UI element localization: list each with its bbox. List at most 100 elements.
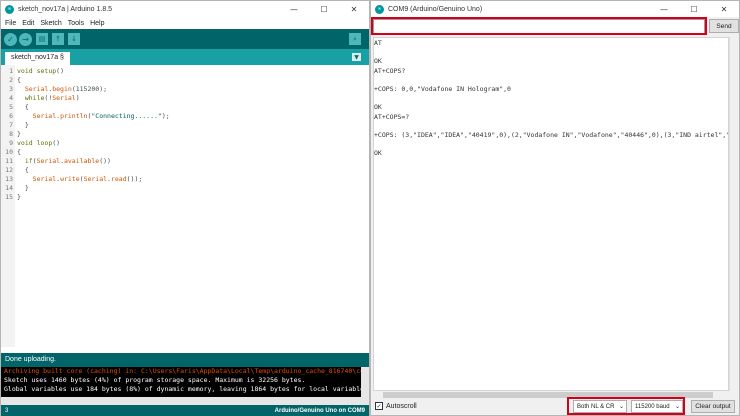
line-ending-select[interactable]: Both NL & CR ⌄ (573, 400, 627, 413)
code-token: Serial (17, 112, 57, 120)
line-number-indicator: 3 (5, 407, 9, 414)
code-token: } (17, 184, 29, 192)
line-number: 15 (5, 193, 13, 201)
minimize-button[interactable]: — (649, 5, 679, 14)
output-vertical-scrollbar[interactable] (729, 37, 739, 391)
tab-menu-button[interactable]: ▼ (352, 53, 361, 61)
code-line: 9 void loop() (1, 139, 60, 148)
new-sketch-button[interactable]: ▤ (36, 33, 48, 45)
line-number: 6 (9, 112, 13, 120)
output-horizontal-scrollbar[interactable] (373, 391, 729, 399)
line-number: 3 (9, 85, 13, 93)
scrollbar-thumb[interactable] (383, 392, 713, 398)
code-token: while (17, 94, 45, 102)
code-line: 1 void setup() (1, 67, 64, 76)
code-token: { (17, 148, 21, 156)
menu-file[interactable]: File (5, 20, 16, 27)
code-token: write (60, 175, 80, 183)
arduino-ide-window: ∞ sketch_nov17a | Arduino 1.8.5 — ☐ ✕ Fi… (0, 0, 370, 416)
open-sketch-button[interactable]: ↑ (52, 33, 64, 45)
serial-monitor-window: ∞ COM9 (Arduino/Genuino Uno) — ☐ ✕ Send … (370, 0, 740, 416)
line-number: 12 (5, 166, 13, 174)
code-line: 11 if(Serial.available()) (1, 157, 111, 166)
new-file-icon: ▤ (38, 35, 46, 43)
board-port-indicator: Arduino/Genuino Uno on COM9 (274, 407, 365, 414)
console-line: Global variables use 184 bytes (8%) of d… (4, 385, 369, 393)
code-token: { (17, 166, 29, 174)
send-button[interactable]: Send (709, 19, 739, 33)
code-line: 8} (1, 130, 21, 139)
code-token: begin (52, 85, 72, 93)
code-token: ); (161, 112, 170, 120)
code-line: 4 while(!Serial) (1, 94, 80, 103)
console-line: Archiving built core (caching) in: C:\Us… (4, 367, 369, 375)
monitor-window-controls: — ☐ ✕ (649, 5, 739, 14)
code-token: available (63, 157, 100, 165)
code-token: "Connecting......" (91, 112, 162, 120)
output-line: +COPS: 0,0,"Vodafone IN Hologram",0 (374, 85, 511, 93)
autoscroll-toggle[interactable]: ✓ Autoscroll (375, 402, 417, 410)
line-number: 2 (9, 76, 13, 84)
monitor-bottom-bar: ✓ Autoscroll Both NL & CR ⌄ 115200 baud … (371, 397, 739, 415)
line-number: 13 (5, 175, 13, 183)
checkmark-icon: ✓ (7, 34, 14, 44)
code-token: () (56, 67, 64, 75)
close-button[interactable]: ✕ (339, 5, 369, 14)
code-token: void (17, 67, 37, 75)
tab-sketch[interactable]: sketch_nov17a § (5, 52, 70, 65)
serial-input[interactable] (373, 19, 705, 34)
output-line: +COPS: (3,"IDEA","IDEA","40419",0),(2,"V… (374, 131, 729, 139)
code-line: 14 } (1, 184, 29, 193)
line-number: 10 (5, 148, 13, 156)
sketch-tabbar: sketch_nov17a § ▼ (1, 49, 369, 65)
autoscroll-checkbox[interactable]: ✓ (375, 402, 383, 410)
code-editor[interactable]: 1 void setup() 2{3 Serial.begin(115200); 4 … (1, 65, 369, 347)
line-number: 14 (5, 184, 13, 192)
console-horizontal-scrollbar[interactable] (1, 397, 369, 405)
code-token: read (110, 175, 127, 183)
ide-window-controls: — ☐ ✕ (279, 5, 369, 14)
clear-output-button[interactable]: Clear output (691, 400, 735, 413)
verify-button[interactable]: ✓ (4, 32, 17, 46)
output-line: OK (374, 149, 382, 158)
code-token: } (17, 130, 21, 138)
chevron-down-icon: ▼ (354, 53, 359, 61)
minimize-button[interactable]: — (279, 5, 309, 14)
baud-rate-select[interactable]: 115200 baud ⌄ (631, 400, 683, 413)
close-button[interactable]: ✕ (709, 5, 739, 14)
output-line: AT (374, 39, 382, 47)
maximize-button[interactable]: ☐ (679, 5, 709, 14)
code-token: { (17, 103, 29, 111)
line-ending-value: Both NL & CR (577, 403, 615, 410)
console-vertical-scrollbar[interactable] (361, 367, 369, 397)
output-line: OK (374, 57, 382, 66)
ide-toolbar: ✓ → ▤ ↑ ↓ ⌕ (1, 29, 369, 49)
code-line: 6 Serial.println("Connecting......"); (1, 112, 170, 121)
serial-output: AT OK AT+COPS? +COPS: 0,0,"Vodafone IN Holo… (373, 37, 729, 391)
save-sketch-button[interactable]: ↓ (68, 33, 80, 45)
code-token: loop (36, 139, 53, 147)
chevron-down-icon: ⌄ (618, 403, 624, 410)
code-token: Serial (17, 85, 49, 93)
arduino-logo-icon: ∞ (5, 4, 14, 14)
code-token: ()) (99, 157, 111, 165)
send-row: Send (371, 17, 739, 35)
arrow-right-icon: → (22, 34, 29, 44)
maximize-button[interactable]: ☐ (309, 5, 339, 14)
code-line: 3 Serial.begin(115200); (1, 85, 107, 94)
code-token: (115200); (71, 85, 108, 93)
serial-monitor-button[interactable]: ⌕ (349, 33, 361, 45)
output-line: AT+COPS? (374, 66, 406, 75)
upload-button[interactable]: → (19, 32, 32, 46)
menu-help[interactable]: Help (90, 20, 104, 27)
line-number: 7 (9, 121, 13, 129)
magnifier-icon: ⌕ (353, 34, 357, 43)
menu-edit[interactable]: Edit (22, 20, 34, 27)
menu-sketch[interactable]: Sketch (40, 20, 61, 27)
autoscroll-label: Autoscroll (386, 402, 417, 410)
code-token: Serial (83, 175, 108, 183)
menu-tools[interactable]: Tools (68, 20, 84, 27)
line-number: 1 (9, 67, 13, 75)
code-line: 13 Serial.write(Serial.read()); (1, 175, 142, 184)
code-token: Serial (17, 175, 57, 183)
